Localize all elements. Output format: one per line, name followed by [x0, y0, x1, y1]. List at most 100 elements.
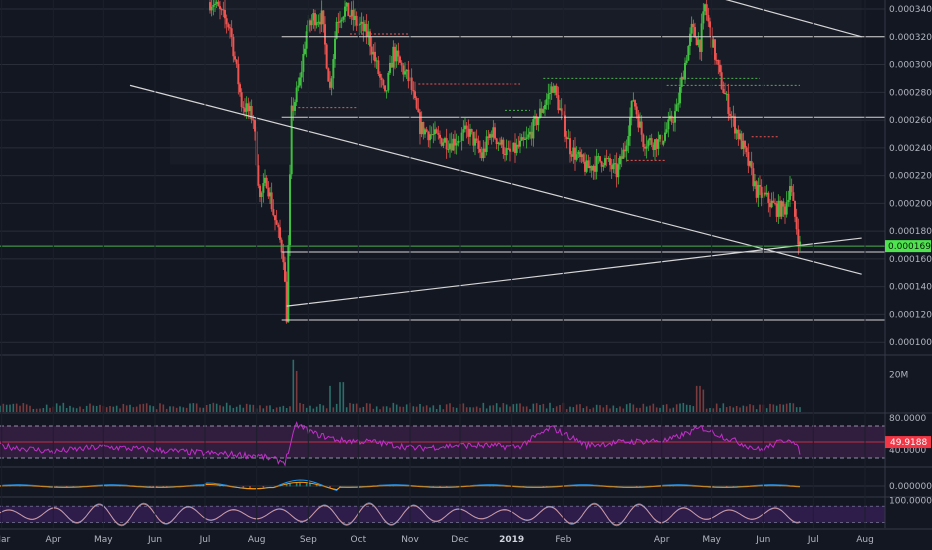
volume-bar	[72, 407, 75, 412]
volume-bar	[485, 408, 488, 412]
volume-bar	[542, 403, 545, 412]
volume-bar	[99, 404, 101, 412]
volume-bar	[9, 404, 11, 412]
candle-body	[334, 38, 336, 60]
candle-body	[277, 224, 280, 228]
candle-body	[782, 201, 785, 207]
volume-bar	[125, 405, 128, 412]
candle-body	[447, 148, 450, 150]
volume-bar	[75, 408, 78, 412]
volume-bar	[359, 407, 361, 412]
candle-body	[400, 62, 403, 66]
candle-body	[634, 100, 636, 107]
candle-body	[729, 113, 731, 116]
volume-bar	[645, 406, 648, 412]
volume-bar	[372, 408, 375, 412]
volume-bar	[35, 408, 38, 412]
rsi-value-label: 49.9188	[890, 438, 927, 448]
candle-body	[272, 209, 275, 216]
volume-bar	[532, 403, 535, 412]
candle-body	[335, 21, 338, 39]
volume-bar	[349, 402, 351, 412]
candle-body	[575, 154, 578, 160]
volume-bar	[595, 404, 598, 412]
volume-bar	[509, 406, 511, 412]
volume-bar	[635, 407, 638, 412]
volume-bar	[469, 407, 471, 412]
volume-bar	[5, 404, 8, 412]
candle-body	[455, 143, 458, 146]
time-tick-label: Feb	[555, 535, 571, 545]
volume-bar	[132, 407, 135, 412]
volume-bar	[109, 405, 111, 412]
volume-bar	[59, 405, 61, 412]
volume-tick-label: 20M	[889, 371, 908, 381]
volume-bar	[115, 405, 118, 412]
candle-body	[294, 102, 296, 111]
volume-bar	[192, 403, 195, 412]
volume-bar	[669, 408, 671, 412]
volume-bar	[482, 402, 485, 412]
candle-body	[212, 4, 215, 7]
volume-bar	[472, 407, 475, 412]
candle-body	[412, 89, 415, 92]
candle-body	[569, 138, 571, 155]
candle-body	[227, 24, 230, 28]
candle-body	[717, 59, 720, 65]
candle-body	[425, 129, 428, 132]
candle-body	[214, 3, 216, 5]
volume-bar	[785, 403, 788, 412]
candle-body	[234, 56, 236, 60]
candle-body	[262, 183, 265, 193]
candle-body	[612, 163, 615, 170]
candle-body	[304, 48, 306, 55]
volume-bar	[395, 404, 398, 412]
volume-bar	[65, 407, 68, 412]
volume-bar	[22, 403, 25, 412]
stoch-tick-label: 100.0000	[889, 497, 932, 507]
time-tick-label: 2019	[499, 535, 524, 545]
candle-body	[675, 104, 678, 112]
volume-bar	[329, 385, 331, 412]
price-tick-label: 0.0001000	[889, 338, 932, 348]
volume-bar	[742, 405, 745, 412]
volume-bar	[415, 406, 418, 412]
volume-bar	[625, 404, 628, 412]
volume-bar	[252, 404, 255, 412]
candle-body	[217, 1, 220, 7]
volume-bar	[429, 407, 431, 412]
volume-bar	[619, 406, 621, 412]
candle-body	[595, 156, 598, 172]
candle-body	[707, 15, 710, 22]
candle-body	[322, 10, 325, 25]
candle-body	[462, 129, 465, 133]
volume-bar	[592, 407, 595, 412]
candle-body	[564, 115, 566, 137]
volume-bar	[722, 403, 725, 412]
candle-body	[310, 20, 313, 26]
volume-bar	[25, 404, 28, 412]
stochastic-panel[interactable]	[0, 502, 885, 527]
time-tick-label: Jul	[199, 535, 211, 545]
candle-body	[714, 39, 716, 60]
volume-bar	[672, 407, 675, 412]
candle-body	[439, 134, 441, 139]
candle-body	[794, 201, 796, 217]
candle-body	[627, 135, 630, 146]
volume-bar	[225, 402, 228, 412]
volume-bar	[389, 407, 391, 412]
volume-bar	[662, 404, 665, 412]
time-tick-label: Dec	[451, 535, 468, 545]
candle-body	[485, 136, 488, 152]
chart-canvas[interactable]: 0.0003400 0.0003200 0.0003000 0.0002800 0.00…	[0, 0, 932, 550]
volume-bar	[492, 405, 495, 412]
candle-body	[442, 142, 445, 146]
price-tick-label: 0.0002400	[889, 144, 932, 154]
candle-body	[374, 51, 376, 62]
candle-body	[532, 119, 535, 139]
volume-bar	[612, 405, 615, 412]
candle-body	[339, 21, 341, 23]
volume-bar	[222, 406, 225, 412]
volume-bar	[285, 408, 288, 412]
volume-bar	[665, 404, 668, 412]
